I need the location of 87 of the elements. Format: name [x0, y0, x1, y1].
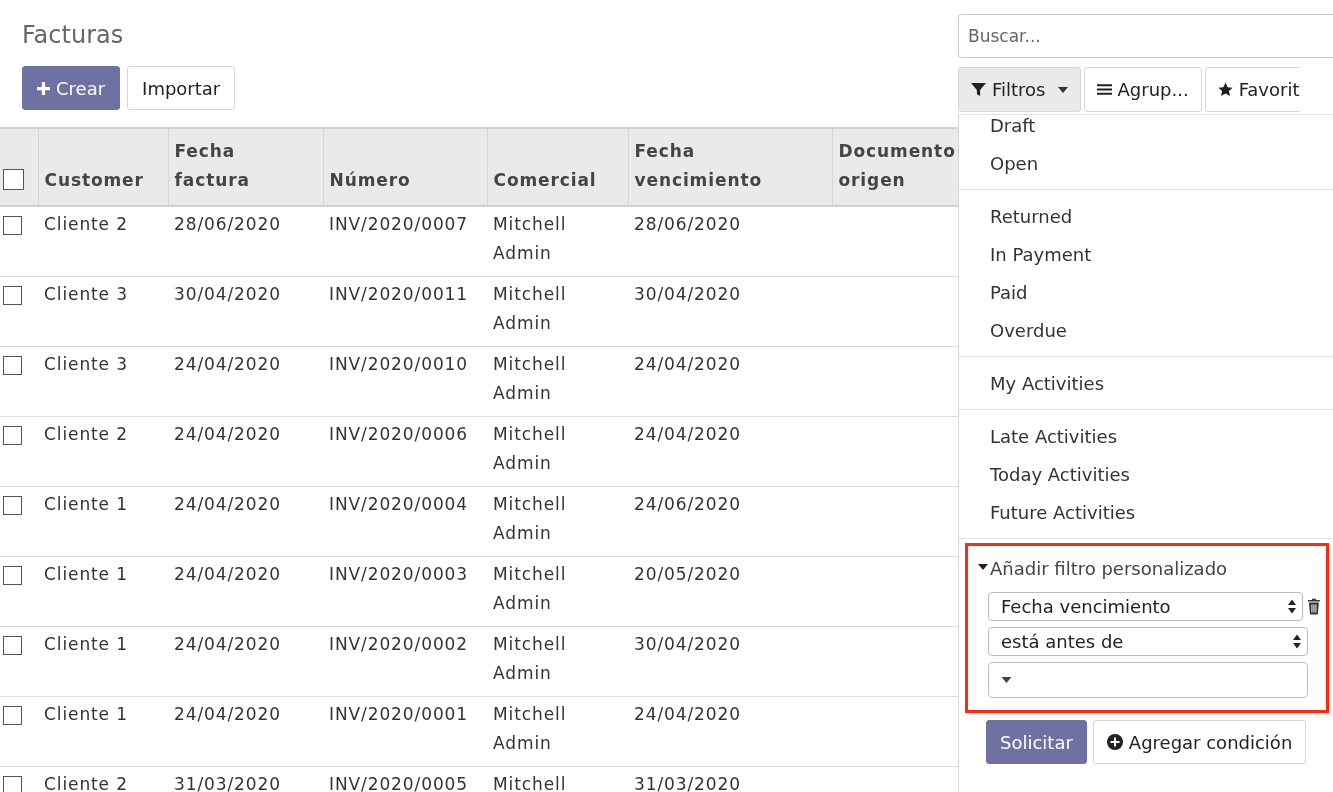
filter-option[interactable]: Paid	[959, 274, 1333, 312]
table-cell-text: Mitchell Admin	[493, 563, 568, 615]
table-cell-text: INV/2020/0007	[329, 213, 470, 236]
table-cell-text: 24/04/2020	[174, 423, 282, 446]
table-cell-text: Mitchell Admin	[493, 493, 568, 545]
filter-option[interactable]: In Payment	[959, 236, 1333, 274]
updown-icon	[1293, 634, 1301, 649]
table-cell-text: 31/03/2020	[634, 773, 742, 792]
table-cell-text: Mitchell Admin	[493, 703, 568, 755]
table-cell-text: Cliente 1	[44, 563, 129, 586]
caret-icon	[1001, 677, 1012, 683]
plus-icon	[37, 81, 50, 95]
search-option-button[interactable]: Favorit	[1204, 67, 1300, 112]
table-cell-text: INV/2020/0003	[329, 563, 470, 586]
table-cell-text: Cliente 3	[44, 283, 129, 306]
table-cell-text: Cliente 2	[44, 213, 129, 236]
caret-icon	[978, 563, 988, 570]
filter-option[interactable]: Overdue	[959, 312, 1333, 350]
table-cell-text: Cliente 2	[44, 773, 129, 792]
updown-icon	[1288, 599, 1297, 614]
table-cell-text: 24/04/2020	[174, 633, 282, 656]
row-checkbox[interactable]	[3, 285, 22, 305]
star-icon	[1217, 82, 1233, 97]
funnel-icon	[971, 82, 986, 97]
filter-option[interactable]: Future Activities	[959, 494, 1333, 532]
table-cell-text: 24/04/2020	[634, 423, 742, 446]
row-checkbox[interactable]	[3, 705, 22, 725]
table-cell-text: INV/2020/0006	[329, 423, 470, 446]
filter-option[interactable]: Late Activities	[959, 418, 1333, 456]
table-cell-text: Mitchell	[493, 773, 568, 792]
trash-icon[interactable]	[1308, 598, 1320, 615]
search-option-button[interactable]: Filtros	[958, 67, 1081, 112]
table-cell-text: 28/06/2020	[174, 213, 282, 236]
table-cell-text: INV/2020/0011	[329, 283, 470, 306]
search-option-button[interactable]: Agrup...	[1083, 67, 1202, 112]
table-cell-text: 24/04/2020	[174, 493, 282, 516]
list-icon	[1096, 82, 1112, 97]
table-cell-text: INV/2020/0001	[329, 703, 470, 726]
table-cell-text: 24/04/2020	[634, 703, 742, 726]
row-checkbox[interactable]	[3, 425, 22, 445]
table-cell-text: 30/04/2020	[174, 283, 282, 306]
row-checkbox[interactable]	[3, 355, 22, 375]
table-cell-text: Mitchell Admin	[493, 283, 568, 335]
filter-option[interactable]: Today Activities	[959, 456, 1333, 494]
table-cell-text: Mitchell Admin	[493, 213, 568, 265]
table-cell-text: 31/03/2020	[174, 773, 282, 792]
table-cell-text: Cliente 1	[44, 703, 129, 726]
table-cell-text: 20/05/2020	[634, 563, 742, 586]
table-cell-text: Cliente 3	[44, 353, 129, 376]
table-cell-text: 24/04/2020	[174, 703, 282, 726]
row-checkbox[interactable]	[3, 495, 22, 515]
operator-select[interactable]: está antes de	[988, 627, 1308, 656]
page-title: Facturas	[21, 20, 125, 50]
select-all-checkbox[interactable]	[3, 169, 24, 190]
row-checkbox[interactable]	[3, 215, 22, 235]
row-checkbox[interactable]	[3, 565, 22, 585]
add-condition-button[interactable]: Agregar condición	[1092, 720, 1307, 764]
table-cell-text: 24/06/2020	[634, 493, 742, 516]
table-cell-text: INV/2020/0002	[329, 633, 470, 656]
filter-option[interactable]: Returned	[959, 198, 1333, 236]
custom-filter-toggle[interactable]: Añadir filtro personalizado	[978, 558, 1320, 579]
table-cell-text: 30/04/2020	[634, 633, 742, 656]
table-cell-text: 24/04/2020	[174, 563, 282, 586]
table-cell-text: 24/04/2020	[174, 353, 282, 376]
import-button[interactable]: Importar	[127, 66, 236, 110]
table-cell-text: Mitchell Admin	[493, 633, 568, 685]
table-cell-text: 24/04/2020	[634, 353, 742, 376]
table-cell-text: Cliente 1	[44, 633, 129, 656]
filter-option[interactable]: My Activities	[959, 365, 1333, 403]
apply-button[interactable]: Solicitar	[986, 720, 1087, 764]
table-cell-text: INV/2020/0010	[329, 353, 470, 376]
table-cell-text: Mitchell Admin	[493, 423, 568, 475]
filter-option[interactable]: Open	[959, 145, 1333, 183]
table-cell-text: INV/2020/0005	[329, 773, 470, 792]
field-select[interactable]: Fecha vencimiento	[988, 592, 1304, 621]
plus-circle-icon	[1106, 734, 1123, 750]
table-cell-text: Cliente 2	[44, 423, 129, 446]
row-checkbox[interactable]	[3, 775, 22, 792]
table-cell-text: Cliente 1	[44, 493, 129, 516]
caret-icon	[1057, 86, 1068, 93]
row-checkbox[interactable]	[3, 635, 22, 655]
search-field[interactable]: Buscar...	[958, 14, 1333, 58]
table-cell-text: Mitchell Admin	[493, 353, 568, 405]
table-cell-text: 28/06/2020	[634, 213, 742, 236]
table-cell-text: INV/2020/0004	[329, 493, 470, 516]
create-button[interactable]: Crear	[22, 66, 121, 110]
table-cell-text: 30/04/2020	[634, 283, 742, 306]
